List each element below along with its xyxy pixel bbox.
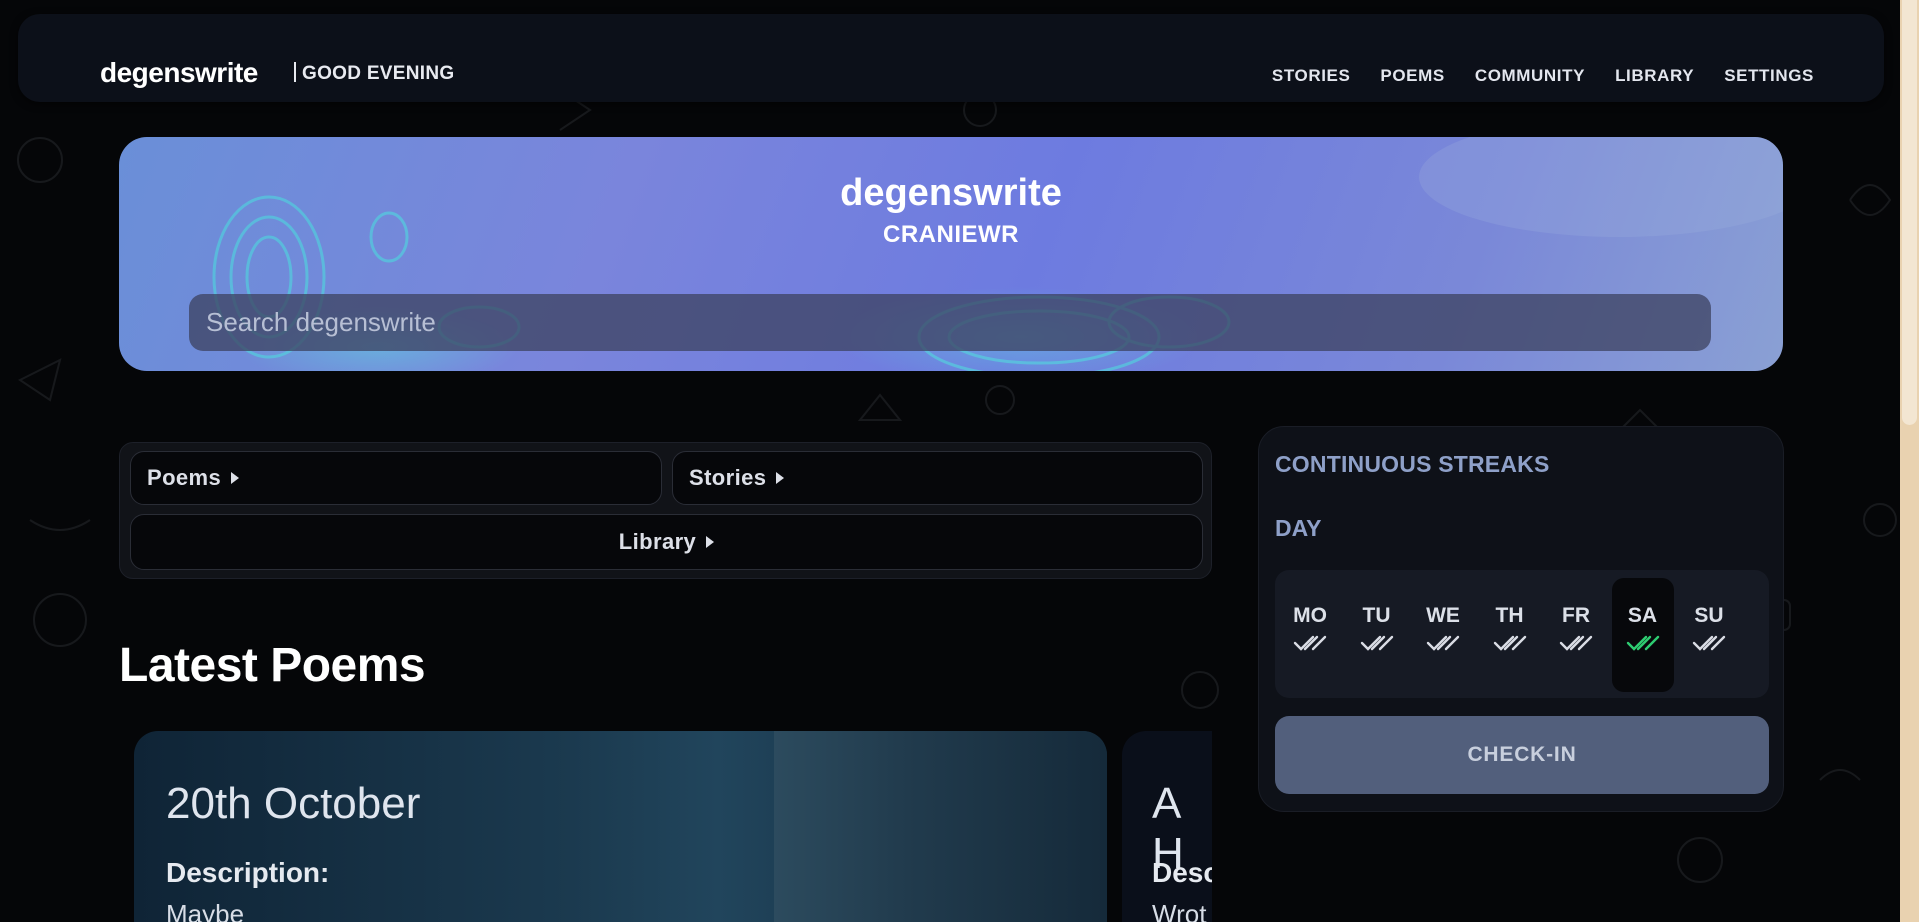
category-library-button[interactable]: Library <box>130 514 1203 570</box>
streak-day-label: MO <box>1293 604 1327 627</box>
streak-day-fr: FR <box>1545 578 1607 692</box>
nav-settings[interactable]: SETTINGS <box>1724 66 1814 86</box>
poem-card[interactable]: A H Desc Wrot <box>1122 731 1212 922</box>
streak-day-we: WE <box>1412 578 1474 692</box>
category-stories-label: Stories <box>689 465 767 490</box>
streak-panel: CONTINUOUS STREAKS DAY MO TU WE TH FR SA SU CH… <box>1258 426 1784 812</box>
double-check-icon <box>1493 635 1526 651</box>
streak-day-label: TH <box>1495 604 1524 627</box>
streak-day-label: FR <box>1562 604 1590 627</box>
streak-title: CONTINUOUS STREAKS <box>1275 451 1550 477</box>
poem-description: Maybe <box>166 899 245 922</box>
poem-description-label: Desc <box>1152 857 1212 888</box>
streak-day-sa: SA <box>1611 578 1674 692</box>
double-check-icon <box>1559 635 1593 651</box>
category-stories-button[interactable]: Stories <box>672 451 1203 505</box>
greeting: GOOD EVENING <box>294 62 454 85</box>
double-check-icon <box>1692 635 1726 651</box>
streak-day-label: SA <box>1627 604 1658 627</box>
category-library-label: Library <box>618 529 697 554</box>
hero-banner: degenswrite CRANIEWR <box>119 137 1783 371</box>
hero-username: CRANIEWR <box>883 221 1019 248</box>
double-check-icon <box>1360 635 1393 651</box>
caret-right-icon <box>706 536 715 548</box>
card-cover-image <box>774 731 1107 922</box>
search-input[interactable] <box>189 294 1711 351</box>
nav-library[interactable]: LIBRARY <box>1615 66 1694 86</box>
streak-day-su: SU <box>1678 578 1740 692</box>
poem-description: Wrot <box>1152 899 1207 922</box>
nav-community[interactable]: COMMUNITY <box>1475 66 1585 86</box>
streak-day-tu: TU <box>1346 578 1408 692</box>
nav-poems[interactable]: POEMS <box>1380 66 1444 86</box>
streak-day-label: WE <box>1426 604 1460 627</box>
streak-day-mo: MO <box>1279 578 1341 692</box>
poem-description-label: Description: <box>166 857 330 888</box>
caret-right-icon <box>231 472 240 484</box>
streak-period: DAY <box>1275 515 1322 541</box>
check-in-button[interactable]: CHECK-IN <box>1275 716 1769 794</box>
greeting-text: GOOD EVENING <box>302 63 455 84</box>
main-nav: STORIES POEMS COMMUNITY LIBRARY SETTINGS <box>1272 66 1814 86</box>
streak-day-label: SU <box>1694 604 1724 627</box>
scrollbar[interactable] <box>1900 0 1919 922</box>
double-check-icon <box>1626 635 1659 651</box>
brand-logo[interactable]: degenswrite <box>100 57 258 89</box>
streak-day-th: TH <box>1479 578 1541 692</box>
streak-days: MO TU WE TH FR SA SU <box>1275 570 1769 698</box>
scrollbar-thumb[interactable] <box>1902 0 1917 425</box>
double-check-icon <box>1426 635 1460 651</box>
poem-card[interactable]: 20th October Description: Maybe <box>134 731 1107 922</box>
nav-stories[interactable]: STORIES <box>1272 66 1351 86</box>
double-check-icon <box>1293 635 1327 651</box>
streak-day-label: TU <box>1362 604 1391 627</box>
category-poems-button[interactable]: Poems <box>130 451 662 505</box>
hero-title: degenswrite <box>840 172 1062 214</box>
category-panel: Poems Stories Library <box>119 442 1212 579</box>
greeting-divider <box>294 62 296 82</box>
category-poems-label: Poems <box>147 465 222 490</box>
latest-poems-heading: Latest Poems <box>119 639 426 692</box>
poem-title: 20th October <box>166 779 421 828</box>
caret-right-icon <box>776 472 785 484</box>
top-nav-bar: degenswrite GOOD EVENING STORIES POEMS C… <box>18 14 1884 102</box>
